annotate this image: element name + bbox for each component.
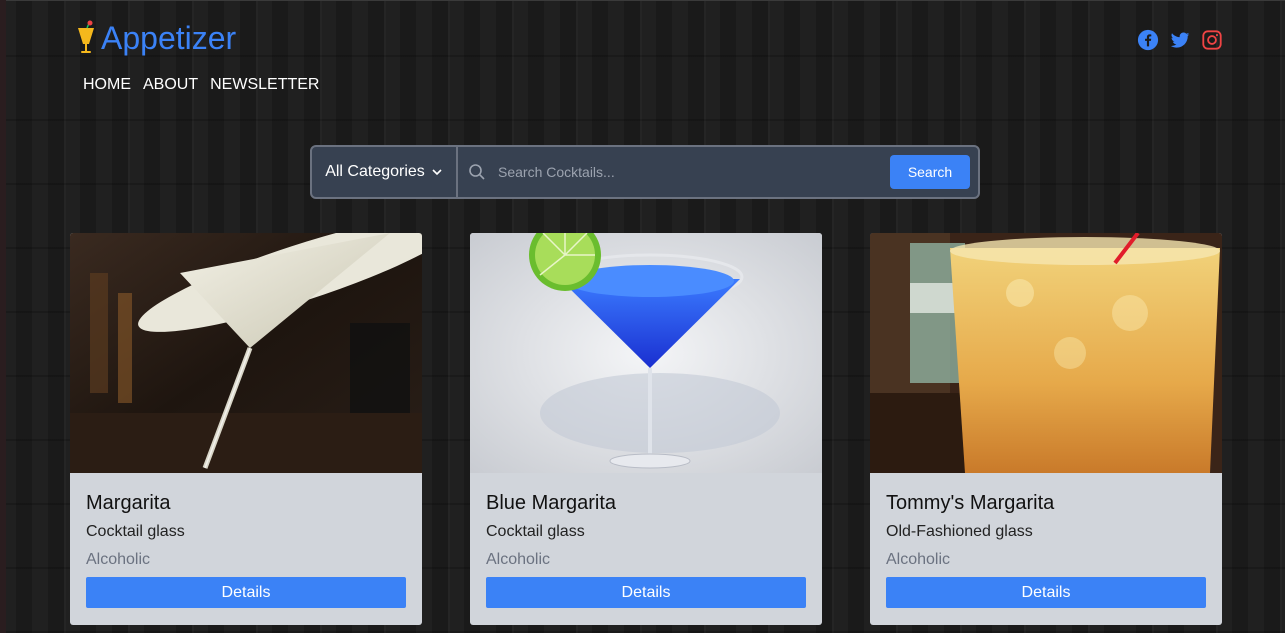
cocktail-name: Blue Margarita	[486, 492, 617, 514]
brand-logo[interactable]: Appetizer	[75, 20, 236, 56]
cocktail-card: Blue Margarita Cocktail glass Alcoholic …	[470, 233, 822, 625]
category-select-value: All Categories	[325, 163, 425, 180]
cocktail-card: Margarita Cocktail glass Alcoholic Detai…	[70, 233, 422, 625]
cocktail-image	[870, 233, 1222, 473]
cocktail-glass: Cocktail glass	[486, 523, 585, 540]
search-icon	[469, 164, 485, 180]
search-input[interactable]	[496, 146, 890, 198]
cocktail-card: Tommy's Margarita Old-Fashioned glass Al…	[870, 233, 1222, 625]
facebook-icon[interactable]	[1137, 29, 1159, 51]
cocktail-type: Alcoholic	[886, 551, 951, 568]
nav-newsletter[interactable]: NEWSLETTER	[210, 75, 319, 95]
instagram-icon[interactable]	[1201, 29, 1223, 51]
cocktail-type: Alcoholic	[486, 551, 551, 568]
category-select[interactable]: All Categories	[312, 147, 458, 197]
details-button[interactable]: Details	[886, 577, 1206, 608]
cocktail-glass: Cocktail glass	[86, 523, 185, 540]
nav-about[interactable]: ABOUT	[143, 75, 198, 95]
brand-name: Appetizer	[101, 20, 237, 56]
cocktail-type: Alcoholic	[86, 551, 151, 568]
details-button[interactable]: Details	[486, 577, 806, 608]
cocktail-image	[470, 233, 822, 473]
details-button[interactable]: Details	[86, 577, 406, 608]
cocktail-name: Tommy's Margarita	[886, 492, 1055, 514]
nav-home[interactable]: HOME	[83, 75, 131, 95]
search-button[interactable]: Search	[890, 155, 970, 189]
social-links	[1137, 29, 1223, 51]
main-nav: HOME ABOUT NEWSLETTER	[83, 75, 319, 95]
search-bar: All Categories Search	[310, 145, 980, 199]
cocktail-glass-icon	[78, 20, 94, 53]
cocktail-image	[70, 233, 422, 473]
chevron-down-icon	[432, 169, 442, 176]
twitter-icon[interactable]	[1169, 29, 1191, 51]
window-top-border	[0, 0, 1285, 1]
cocktail-name: Margarita	[86, 492, 171, 514]
window-left-edge	[0, 0, 6, 633]
cocktail-glass: Old-Fashioned glass	[886, 523, 1033, 540]
